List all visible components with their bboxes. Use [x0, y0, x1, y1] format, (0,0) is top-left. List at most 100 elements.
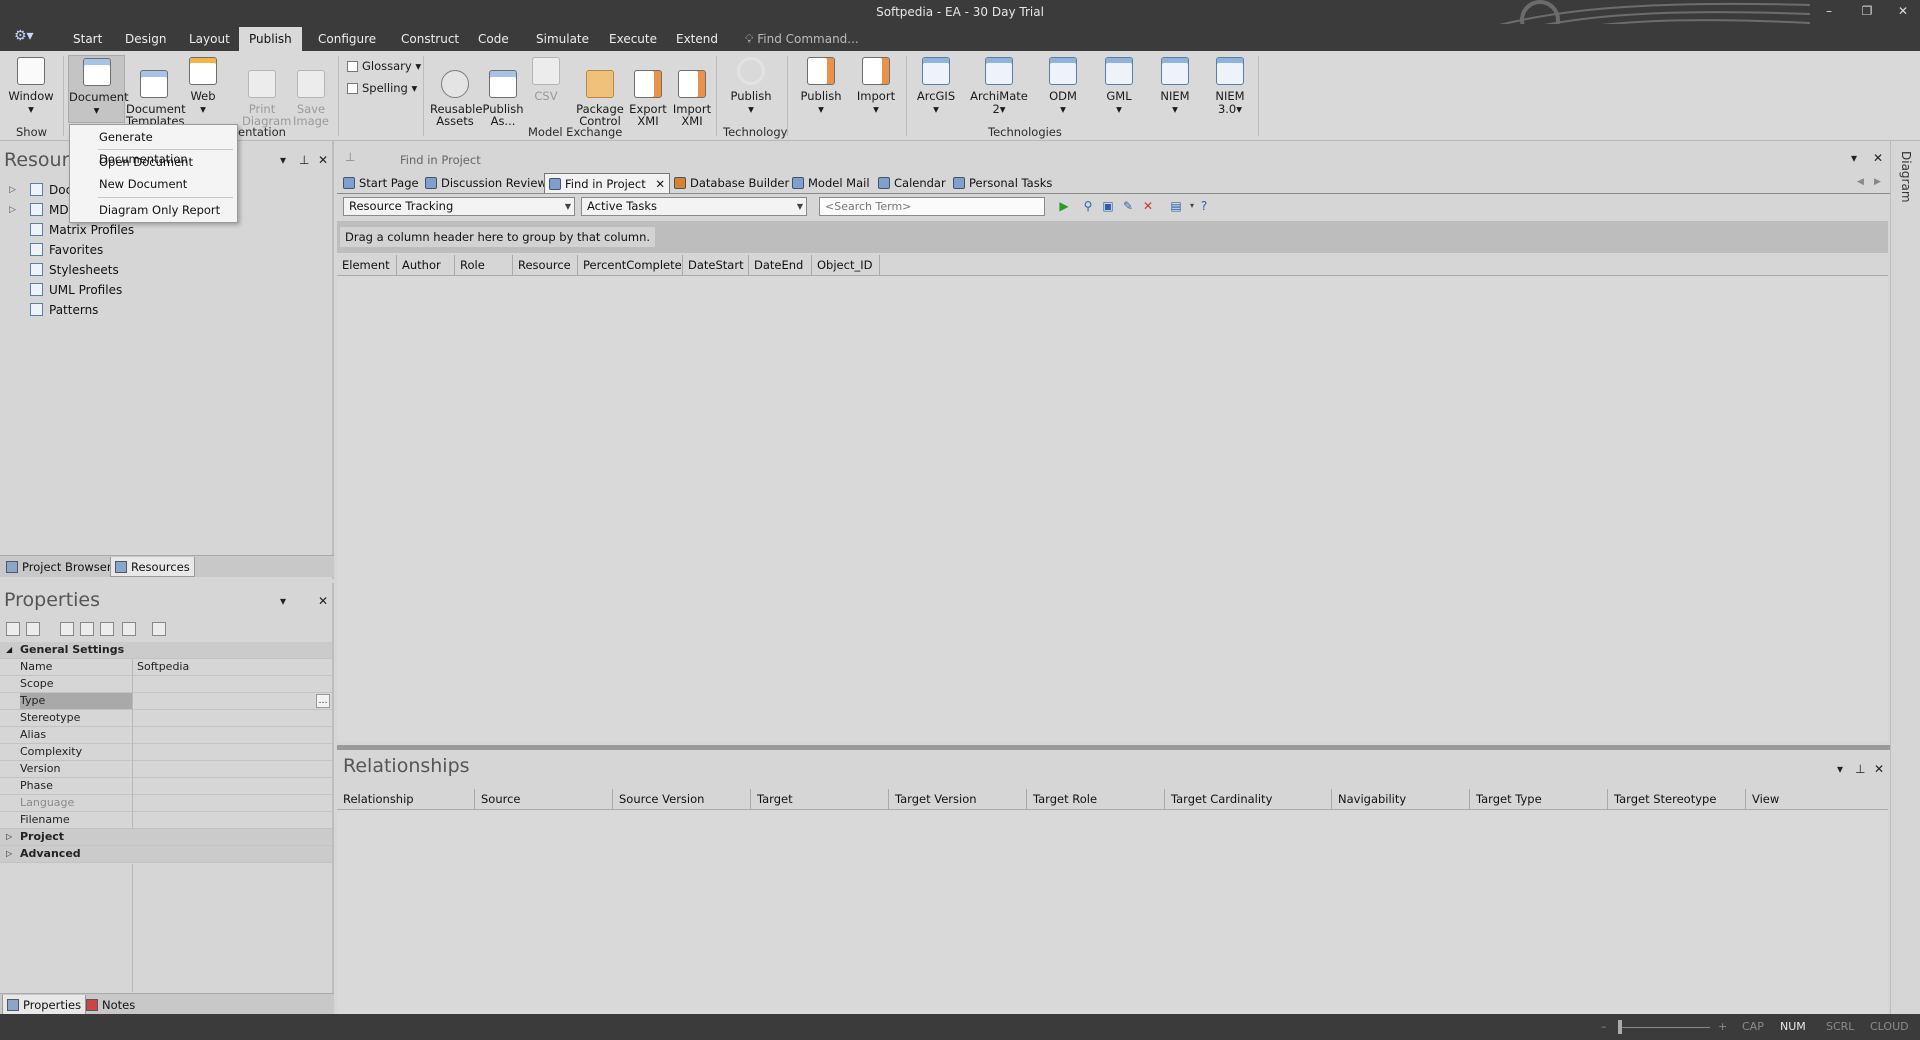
tag-icon[interactable]	[60, 622, 74, 636]
builder-icon[interactable]: ⚲	[1080, 198, 1096, 214]
app-logo-icon[interactable]: ⚙▾	[14, 28, 48, 48]
column-header-target-role[interactable]: Target Role	[1027, 789, 1165, 809]
column-header-target-type[interactable]: Target Type	[1470, 789, 1608, 809]
search-category-select[interactable]: Resource Tracking ▼	[343, 197, 575, 216]
zoom-slider-track[interactable]	[1620, 1027, 1710, 1028]
panel-close-icon[interactable]: ✕	[318, 594, 328, 608]
pin-icon[interactable]: ⊥	[1855, 762, 1865, 776]
publish-as-button[interactable]: Publish As...	[482, 55, 524, 127]
tab-code[interactable]: Code	[468, 27, 519, 51]
niem-3-button[interactable]: NIEM 3.0▾	[1207, 55, 1253, 123]
print-diagram-button[interactable]: Print Diagram	[242, 55, 291, 127]
link-icon[interactable]	[152, 622, 166, 636]
property-row-scope[interactable]: Scope	[0, 676, 332, 693]
scroll-right-icon[interactable]: ▶	[1874, 177, 1881, 187]
scroll-left-icon[interactable]: ◀	[1857, 177, 1864, 187]
up-arrow-icon[interactable]	[122, 622, 136, 636]
menu-item-open-document[interactable]: Open Document	[70, 151, 237, 173]
panel-menu-icon[interactable]: ▾	[280, 153, 286, 167]
tab-find-in-project[interactable]: Find in Project ✕	[544, 173, 670, 193]
csv-button[interactable]: CSV	[528, 55, 564, 123]
tree-expander-icon[interactable]: ▷	[9, 185, 16, 195]
column-header-navigability[interactable]: Navigability	[1332, 789, 1470, 809]
tree-item-stylesheets[interactable]: Stylesheets	[30, 261, 119, 279]
tab-start-page[interactable]: Start Page	[339, 173, 423, 193]
tab-discussion-review[interactable]: Discussion Review	[421, 173, 551, 193]
import-xmi-button[interactable]: Import XMI	[672, 55, 712, 127]
tab-properties[interactable]: Properties	[2, 995, 87, 1015]
tab-personal-tasks[interactable]: Personal Tasks	[949, 173, 1056, 193]
panel-close-icon[interactable]: ✕	[318, 153, 328, 167]
tab-execute[interactable]: Execute	[599, 27, 667, 51]
column-header-target-stereotype[interactable]: Target Stereotype	[1608, 789, 1746, 809]
tab-construct[interactable]: Construct	[391, 27, 469, 51]
tab-publish[interactable]: Publish	[239, 27, 302, 51]
group-general-settings[interactable]: ◢ General Settings	[0, 642, 332, 659]
zoom-in-button[interactable]: +	[1718, 1020, 1727, 1033]
view-menu-icon[interactable]: ▾	[1851, 151, 1857, 165]
property-row-type[interactable]: Type…	[0, 693, 332, 710]
column-header-resource[interactable]: Resource	[513, 255, 578, 275]
package-control-button[interactable]: Package Control	[575, 55, 625, 127]
tab-database-builder[interactable]: Database Builder	[670, 173, 793, 193]
tab-configure[interactable]: Configure	[308, 27, 386, 51]
property-row-alias[interactable]: Alias	[0, 727, 332, 744]
property-row-version[interactable]: Version	[0, 761, 332, 778]
diagram-side-tab[interactable]: Diagram	[1899, 151, 1913, 203]
pin-icon[interactable]: ⊥	[299, 153, 309, 167]
column-header-author[interactable]: Author	[397, 255, 455, 275]
panel-close-icon[interactable]: ✕	[1874, 762, 1884, 776]
column-header-object-id[interactable]: Object_ID	[812, 255, 880, 275]
column-header-date-end[interactable]: DateEnd	[749, 255, 812, 275]
minimize-button[interactable]: –	[1812, 0, 1846, 24]
view-close-icon[interactable]: ✕	[1873, 151, 1883, 165]
column-header-target-cardinality[interactable]: Target Cardinality	[1165, 789, 1332, 809]
sort-az-icon[interactable]	[26, 622, 40, 636]
property-row-complexity[interactable]: Complexity	[0, 744, 332, 761]
window-button[interactable]: Window ▾	[7, 55, 55, 123]
tab-model-mail[interactable]: Model Mail	[788, 173, 874, 193]
tab-resources[interactable]: Resources	[110, 557, 195, 577]
copy-icon[interactable]: ▣	[1100, 198, 1116, 214]
options-icon[interactable]: ▤	[1168, 198, 1184, 214]
column-header-element[interactable]: Element	[337, 255, 397, 275]
categorized-view-icon[interactable]	[6, 622, 20, 636]
tab-project-browser[interactable]: Project Browser	[2, 557, 116, 577]
results-grid[interactable]	[337, 276, 1888, 741]
column-header-view[interactable]: View	[1746, 789, 1888, 809]
table-icon[interactable]	[100, 622, 114, 636]
run-search-icon[interactable]: ▶	[1056, 198, 1072, 214]
property-row-phase[interactable]: Phase	[0, 778, 332, 795]
tree-expander-icon[interactable]: ▷	[9, 205, 16, 215]
check-icon[interactable]	[80, 622, 94, 636]
help-icon[interactable]: ?	[1196, 198, 1212, 214]
technology-publish-button[interactable]: Publish ▾	[726, 55, 776, 123]
glossary-button[interactable]: Glossary ▾	[347, 59, 421, 73]
relationships-grid[interactable]	[337, 810, 1888, 1014]
search-query-select[interactable]: Active Tasks ▼	[581, 197, 807, 216]
tech-publish-button[interactable]: Publish ▾	[798, 55, 844, 123]
odm-button[interactable]: ODM ▾	[1040, 55, 1086, 123]
delete-icon[interactable]: ✕	[1140, 198, 1156, 214]
property-row-language[interactable]: Language	[0, 795, 332, 812]
tree-item-matrix-profiles[interactable]: Matrix Profiles	[30, 221, 134, 239]
archimate-button[interactable]: ArchiMate 2▾	[970, 55, 1028, 123]
document-button[interactable]: Document ▾	[68, 55, 129, 123]
tech-import-button[interactable]: Import ▾	[853, 55, 899, 123]
tab-calendar[interactable]: Calendar	[874, 173, 950, 193]
reusable-assets-button[interactable]: Reusable Assets	[430, 55, 482, 127]
maximize-button[interactable]: ❐	[1850, 0, 1884, 24]
menu-item-new-document[interactable]: New Document	[70, 173, 237, 195]
column-header-target-version[interactable]: Target Version	[889, 789, 1027, 809]
pin-icon[interactable]: ⊥	[345, 150, 355, 164]
browse-button[interactable]: …	[316, 694, 330, 708]
save-image-button[interactable]: Save Image	[292, 55, 330, 127]
gml-button[interactable]: GML ▾	[1096, 55, 1142, 123]
group-project[interactable]: ▷ Project	[0, 829, 332, 846]
arcgis-button[interactable]: ArcGIS ▾	[913, 55, 959, 123]
column-header-source-version[interactable]: Source Version	[613, 789, 751, 809]
column-header-relationship[interactable]: Relationship	[337, 789, 475, 809]
panel-menu-icon[interactable]: ▾	[1837, 762, 1843, 776]
tab-simulate[interactable]: Simulate	[526, 27, 599, 51]
column-header-percent-complete[interactable]: PercentComplete	[578, 255, 683, 275]
